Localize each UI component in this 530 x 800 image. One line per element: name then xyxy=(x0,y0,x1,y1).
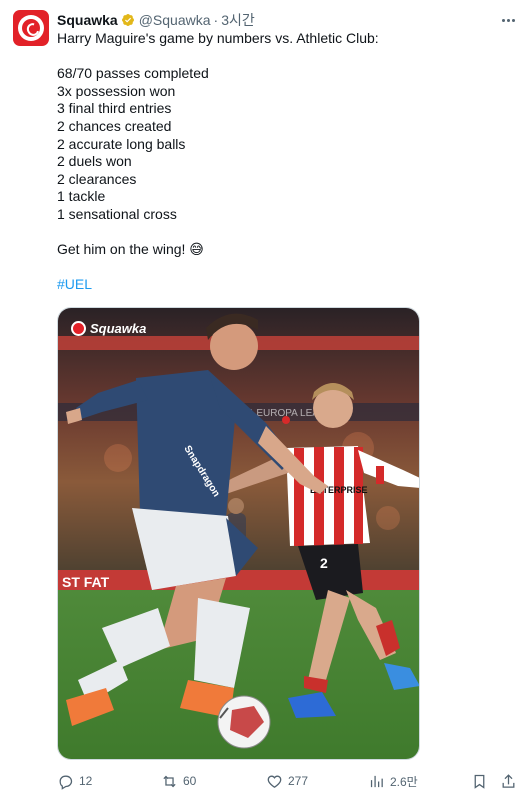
tweet-line: 2 duels won xyxy=(57,153,132,170)
verified-badge-icon xyxy=(121,14,134,26)
bookmark-button[interactable] xyxy=(471,770,493,792)
bookmark-icon xyxy=(474,774,485,789)
reply-count: 12 xyxy=(79,774,93,788)
reply-icon xyxy=(59,775,73,790)
squawka-logo-icon xyxy=(18,15,44,41)
tweet-line: 2 clearances xyxy=(57,170,137,187)
like-button[interactable]: 277 xyxy=(266,770,308,792)
heart-icon xyxy=(267,775,282,788)
hashtag-link[interactable]: #UEL xyxy=(57,276,517,294)
watermark-text: Squawka xyxy=(90,321,147,336)
tweet-line: 1 tackle xyxy=(57,188,106,205)
timestamp[interactable]: 3시간 xyxy=(221,11,255,29)
watermark: Squawka xyxy=(71,321,146,336)
tweet-text: Harry Maguire's game by numbers vs. Athl… xyxy=(57,30,517,294)
tweet-line: Harry Maguire's game by numbers vs. Athl… xyxy=(57,30,379,46)
separator-dot: · xyxy=(213,12,219,28)
football-photo: UEFA EUROPA LEAGUE ST FAT ENTERPRISE 2 S… xyxy=(58,308,419,759)
tweet-line xyxy=(57,259,517,277)
tweet-header: Squawka @Squawka · 3시간 xyxy=(57,11,255,29)
views-button[interactable]: 2.6만 xyxy=(368,770,418,792)
views-icon xyxy=(370,775,383,787)
watermark-logo-icon xyxy=(71,321,86,336)
reply-button[interactable]: 12 xyxy=(57,770,92,792)
like-count: 277 xyxy=(288,774,309,788)
ad-board-text: ST FAT xyxy=(62,574,110,590)
tweet-line: 3x possession won xyxy=(57,82,176,99)
tweet-line: 68/70 passes completed xyxy=(57,65,209,82)
tweet-line: 3 final third entries xyxy=(57,100,172,117)
repost-count: 60 xyxy=(183,774,197,788)
tweet-line xyxy=(57,224,517,242)
action-bar: 12 60 277 2.6만 xyxy=(57,770,519,792)
share-button[interactable] xyxy=(500,770,522,792)
tweet-line: 2 chances created xyxy=(57,117,172,134)
repost-button[interactable]: 60 xyxy=(161,770,196,792)
shorts-number: 2 xyxy=(320,555,328,571)
tweet-line xyxy=(57,48,517,66)
avatar[interactable] xyxy=(13,10,49,46)
more-options-icon[interactable] xyxy=(498,10,518,30)
author-name[interactable]: Squawka xyxy=(57,11,118,29)
repost-icon xyxy=(163,775,176,787)
views-count: 2.6만 xyxy=(390,774,418,789)
author-handle[interactable]: @Squawka xyxy=(139,11,211,29)
share-icon xyxy=(502,773,515,788)
tweet-line: 1 sensational cross xyxy=(57,205,177,222)
tweet-line: Get him on the wing! 😅 xyxy=(57,241,204,258)
tweet-line: 2 accurate long balls xyxy=(57,135,186,152)
tweet-photo[interactable]: UEFA EUROPA LEAGUE ST FAT ENTERPRISE 2 S… xyxy=(57,307,420,760)
